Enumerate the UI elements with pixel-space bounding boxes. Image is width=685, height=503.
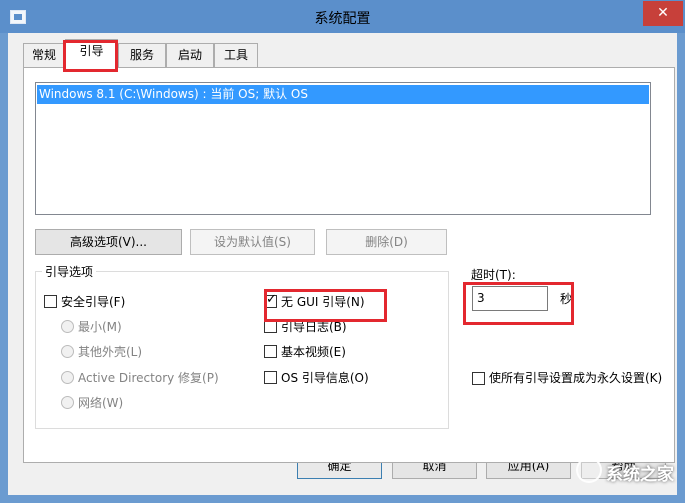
- titlebar[interactable]: 系统配置 ✕: [0, 0, 685, 33]
- permanent-settings-checkbox[interactable]: 使所有引导设置成为永久设置(K): [472, 370, 668, 387]
- watermark: 系统之家: [574, 454, 685, 503]
- radio-ad-repair[interactable]: Active Directory 修复(P): [61, 369, 219, 386]
- radio-minimal-dot[interactable]: [61, 320, 74, 333]
- os-list[interactable]: Windows 8.1 (C:\Windows) : 当前 OS; 默认 OS: [35, 82, 651, 215]
- window-title: 系统配置: [314, 11, 371, 27]
- boot-log-label: 引导日志(B): [281, 320, 347, 334]
- advanced-options-button[interactable]: 高级选项(V)...: [35, 229, 182, 255]
- os-boot-info-checkbox[interactable]: OS 引导信息(O): [264, 369, 369, 386]
- no-gui-boot-checkbox[interactable]: ✓ 无 GUI 引导(N): [264, 292, 365, 310]
- radio-network-label: 网络(W): [78, 396, 124, 410]
- timeout-label: 超时(T):: [471, 268, 516, 282]
- tab-tools[interactable]: 工具: [214, 43, 258, 67]
- radio-ad-repair-label: Active Directory 修复(P): [78, 371, 219, 385]
- radio-minimal-label: 最小(M): [78, 320, 122, 334]
- boot-log-box[interactable]: [264, 320, 277, 333]
- radio-alternate-shell[interactable]: 其他外壳(L): [61, 343, 142, 360]
- radio-network-dot[interactable]: [61, 396, 74, 409]
- timeout-input[interactable]: 3: [472, 286, 548, 311]
- radio-alternate-shell-dot[interactable]: [61, 345, 74, 358]
- base-video-box[interactable]: [264, 345, 277, 358]
- dialog-client: 常规 引导 服务 启动 工具 Windows 8.1 (C:\Windows) …: [8, 33, 677, 495]
- os-boot-info-box[interactable]: [264, 371, 277, 384]
- safe-boot-label: 安全引导(F): [61, 295, 126, 309]
- tab-services[interactable]: 服务: [118, 43, 166, 67]
- tab-boot[interactable]: 引导: [65, 39, 118, 68]
- radio-minimal[interactable]: 最小(M): [61, 318, 122, 335]
- radio-ad-repair-dot[interactable]: [61, 371, 74, 384]
- permanent-settings-box[interactable]: [472, 372, 485, 385]
- delete-button[interactable]: 删除(D): [326, 229, 447, 255]
- base-video-label: 基本视频(E): [281, 345, 346, 359]
- boot-log-checkbox[interactable]: 引导日志(B): [264, 318, 347, 335]
- radio-alternate-shell-label: 其他外壳(L): [78, 345, 143, 359]
- system-config-window: 系统配置 ✕ 常规 引导 服务 启动 工具 Windows 8.1 (C:\Wi…: [0, 0, 685, 503]
- checkmark-icon: ✓: [266, 292, 277, 307]
- boot-options-title: 引导选项: [42, 263, 97, 280]
- no-gui-boot-label: 无 GUI 引导(N): [281, 295, 365, 309]
- tab-general[interactable]: 常规: [23, 43, 65, 67]
- set-default-button[interactable]: 设为默认值(S): [190, 229, 315, 255]
- permanent-settings-label: 使所有引导设置成为永久设置(K): [489, 371, 663, 385]
- safe-boot-box[interactable]: [44, 295, 57, 308]
- radio-network[interactable]: 网络(W): [61, 394, 123, 411]
- close-button[interactable]: ✕: [643, 1, 683, 26]
- timeout-unit: 秒: [560, 292, 573, 306]
- tab-startup[interactable]: 启动: [166, 43, 214, 67]
- base-video-checkbox[interactable]: 基本视频(E): [264, 343, 346, 360]
- safe-boot-checkbox[interactable]: 安全引导(F): [44, 293, 125, 310]
- watermark-text: 系统之家: [606, 465, 674, 485]
- os-list-item[interactable]: Windows 8.1 (C:\Windows) : 当前 OS; 默认 OS: [37, 85, 649, 104]
- watermark-logo-icon: [576, 457, 602, 483]
- boot-options-group: 引导选项 安全引导(F) 最小(M) 其他外壳(L) Active Direct…: [35, 263, 449, 429]
- os-boot-info-label: OS 引导信息(O): [281, 371, 369, 385]
- boot-tab-panel: Windows 8.1 (C:\Windows) : 当前 OS; 默认 OS …: [23, 67, 675, 463]
- no-gui-boot-box[interactable]: ✓: [264, 292, 277, 308]
